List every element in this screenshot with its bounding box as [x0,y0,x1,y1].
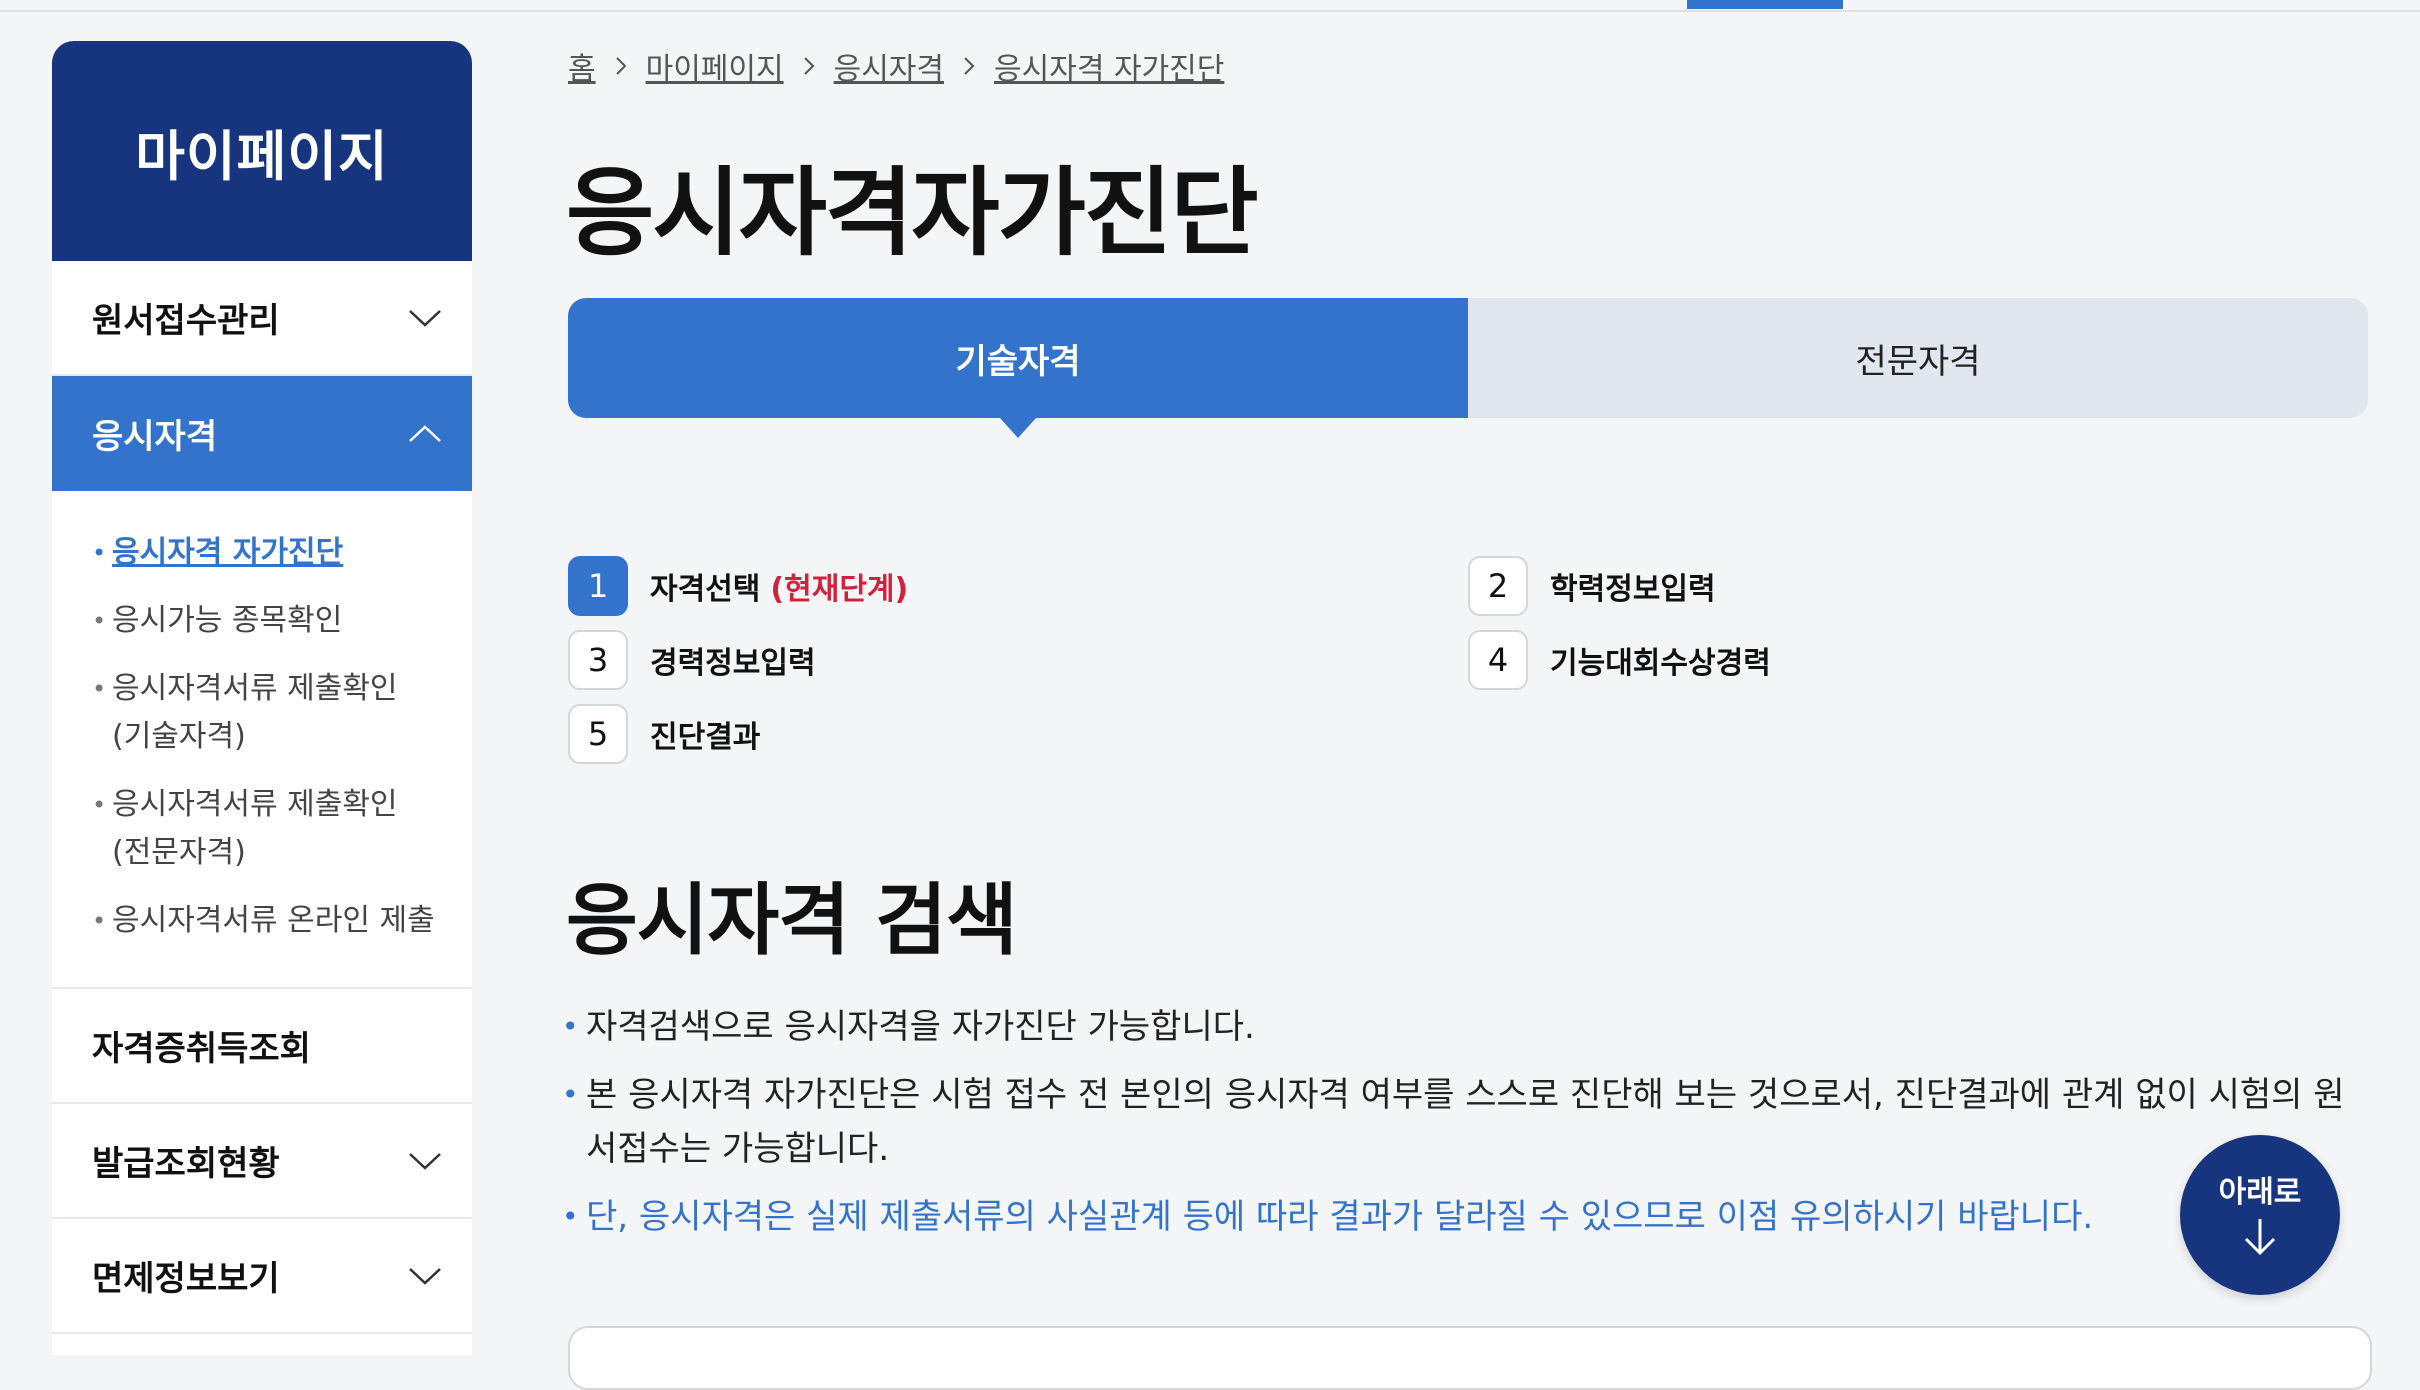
submenu-item: • 응시자격서류 제출확인 (기술자격) [92,665,442,761]
chevron-down-icon [408,301,442,335]
step-number: 4 [1468,630,1528,690]
sidebar-header: 마이페이지 [52,41,472,261]
sidebar-item-certificate-lookup[interactable]: 자격증취득조회 [52,989,472,1104]
notice-text: 본 응시자격 자가진단은 시험 접수 전 본인의 응시자격 여부를 스스로 진단… [586,1075,2345,1169]
scroll-down-button[interactable]: 아래로 [2180,1135,2340,1295]
step-number: 2 [1468,556,1528,616]
submenu-link-self-diagnosis[interactable]: 응시자격 자가진단 [112,529,442,577]
step-item: 5 진단결과 [568,704,760,764]
top-nav-active-indicator [1687,0,1843,9]
step-number: 5 [568,704,628,764]
chevron-right-icon [614,55,628,77]
sidebar-item-qualification[interactable]: 응시자격 [52,376,472,491]
sidebar-item-label: 자격증취득조회 [92,1029,311,1069]
section-title: 응시자격 검색 [566,876,1018,966]
submenu-item: • 응시자격서류 온라인 제출 [92,897,442,945]
step-number: 1 [568,556,628,616]
step-number: 3 [568,630,628,690]
bullet-icon: • [562,1078,579,1111]
breadcrumb-mypage[interactable]: 마이페이지 [646,44,784,88]
sidebar: 마이페이지 원서접수관리 응시자격 • 응시자격 자가진단 • 응시가능 종목확… [52,41,472,1355]
qualification-type-tabs: 기술자격 전문자격 [568,298,2368,438]
sidebar-item-issuance-status[interactable]: 발급조회현황 [52,1104,472,1219]
notice-item: • 자격검색으로 응시자격을 자가진단 가능합니다. [562,1000,2372,1054]
submenu-item: • 응시자격서류 제출확인 (전문자격) [92,781,442,877]
chevron-right-icon [962,55,976,77]
bullet-icon: • [562,1200,579,1233]
current-step-badge: (현재단계) [770,572,909,607]
tab-label: 기술자격 [955,341,1081,382]
step-item: 2 학력정보입력 [1468,556,1716,616]
chevron-down-icon [408,1259,442,1293]
sidebar-item-exemption-info[interactable]: 면제정보보기 [52,1219,472,1334]
notice-item-warning: • 단, 응시자격은 실제 제출서류의 사실관계 등에 따라 결과가 달라질 수… [562,1190,2372,1244]
submenu-link-docs-technical[interactable]: 응시자격서류 제출확인 (기술자격) [112,665,442,761]
bullet-icon: • [92,907,107,935]
tab-technical[interactable]: 기술자격 [568,298,1468,438]
tab-professional[interactable]: 전문자격 [1468,298,2368,418]
chevron-down-icon [408,1144,442,1178]
submenu-item: • 응시가능 종목확인 [92,597,442,645]
step-item: 3 경력정보입력 [568,630,816,690]
breadcrumb-current[interactable]: 응시자격 자가진단 [994,44,1224,88]
scroll-down-label: 아래로 [2218,1175,2302,1210]
step-item: 4 기능대회수상경력 [1468,630,1771,690]
submenu-link-eligible-subjects[interactable]: 응시가능 종목확인 [112,597,442,645]
active-tab-pointer [1000,418,1036,438]
notice-text: 자격검색으로 응시자격을 자가진단 가능합니다. [586,1007,1255,1047]
bullet-icon: • [92,791,107,819]
bullet-icon: • [92,607,107,635]
submenu-link-docs-professional[interactable]: 응시자격서류 제출확인 (전문자격) [112,781,442,877]
chevron-up-icon [408,417,442,451]
notice-text: 단, 응시자격은 실제 제출서류의 사실관계 등에 따라 결과가 달라질 수 있… [586,1197,2094,1237]
step-item: 1 자격선택 (현재단계) [568,556,908,616]
sidebar-title: 마이페이지 [135,124,389,188]
submenu-link-online-submission[interactable]: 응시자격서류 온라인 제출 [112,897,442,945]
sidebar-item-label: 응시자격 [92,417,218,457]
chevron-right-icon [802,55,816,77]
breadcrumb: 홈 마이페이지 응시자격 응시자격 자가진단 [568,44,1224,88]
sidebar-item-label: 면제정보보기 [92,1259,280,1299]
step-label: 자격선택 [650,572,761,607]
top-divider [0,0,2420,12]
arrow-down-icon [2238,1215,2282,1263]
step-label: 경력정보입력 [650,646,816,681]
notice-item: • 본 응시자격 자가진단은 시험 접수 전 본인의 응시자격 여부를 스스로 … [562,1068,2372,1176]
qualification-submenu: • 응시자격 자가진단 • 응시가능 종목확인 • 응시자격서류 제출확인 (기… [52,491,472,989]
page-title: 응시자격자가진단 [566,157,1259,269]
breadcrumb-home[interactable]: 홈 [568,44,596,88]
bullet-icon: • [92,675,107,703]
submenu-item: • 응시자격 자가진단 [92,529,442,577]
sidebar-item-label: 원서접수관리 [92,301,280,341]
step-label: 진단결과 [650,720,761,755]
tab-label: 전문자격 [1855,341,1981,382]
sidebar-item-label: 발급조회현황 [92,1144,280,1184]
breadcrumb-qualification[interactable]: 응시자격 [834,44,944,88]
step-label: 학력정보입력 [1550,572,1716,607]
step-label: 기능대회수상경력 [1550,646,1771,681]
notice-list: • 자격검색으로 응시자격을 자가진단 가능합니다. • 본 응시자격 자가진단… [562,1000,2372,1258]
sidebar-item-application-management[interactable]: 원서접수관리 [52,261,472,376]
bullet-icon: • [92,539,107,567]
search-panel [568,1326,2372,1390]
bullet-icon: • [562,1010,579,1043]
